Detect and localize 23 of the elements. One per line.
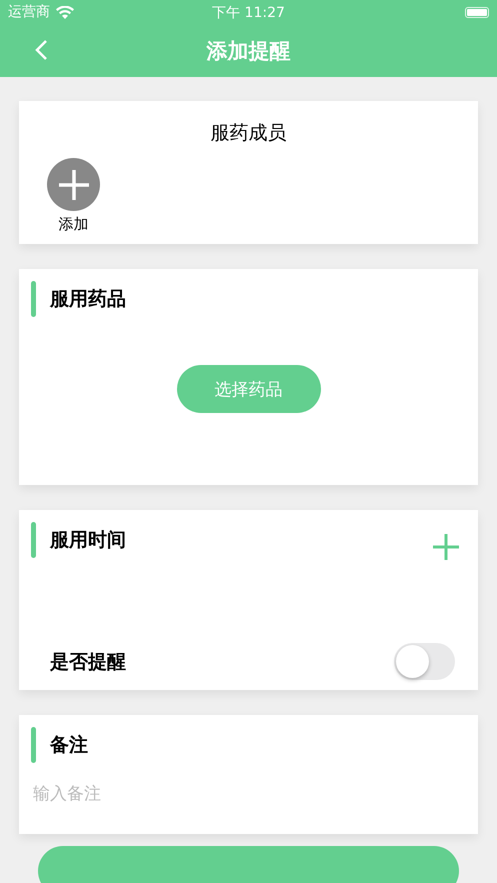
- add-label: 添加: [58, 215, 88, 234]
- status-time: 下午 11:27: [212, 4, 285, 22]
- select-medicine-button[interactable]: 选择药品: [176, 365, 320, 413]
- add-time-button[interactable]: [433, 534, 459, 560]
- battery-icon: [465, 6, 489, 18]
- remind-toggle[interactable]: [394, 643, 455, 680]
- accent-bar: [31, 522, 36, 558]
- section-title: 服用时间: [50, 528, 126, 553]
- wifi-icon: [56, 6, 74, 18]
- back-chevron-icon: [34, 39, 50, 61]
- section-title: 服药成员: [210, 121, 286, 146]
- accent-bar: [31, 727, 36, 763]
- section-title: 备注: [50, 733, 88, 758]
- remind-label: 是否提醒: [50, 650, 126, 674]
- note-field[interactable]: 输入备注: [31, 783, 455, 805]
- page-title: 添加提醒: [206, 38, 290, 64]
- back-button[interactable]: [34, 39, 50, 61]
- section-title: 服用药品: [50, 287, 126, 312]
- submit-button[interactable]: [38, 846, 459, 883]
- carrier-name: 运营商: [8, 3, 50, 21]
- accent-bar: [31, 281, 36, 317]
- plus-icon: [58, 168, 90, 200]
- plus-icon: [433, 534, 459, 560]
